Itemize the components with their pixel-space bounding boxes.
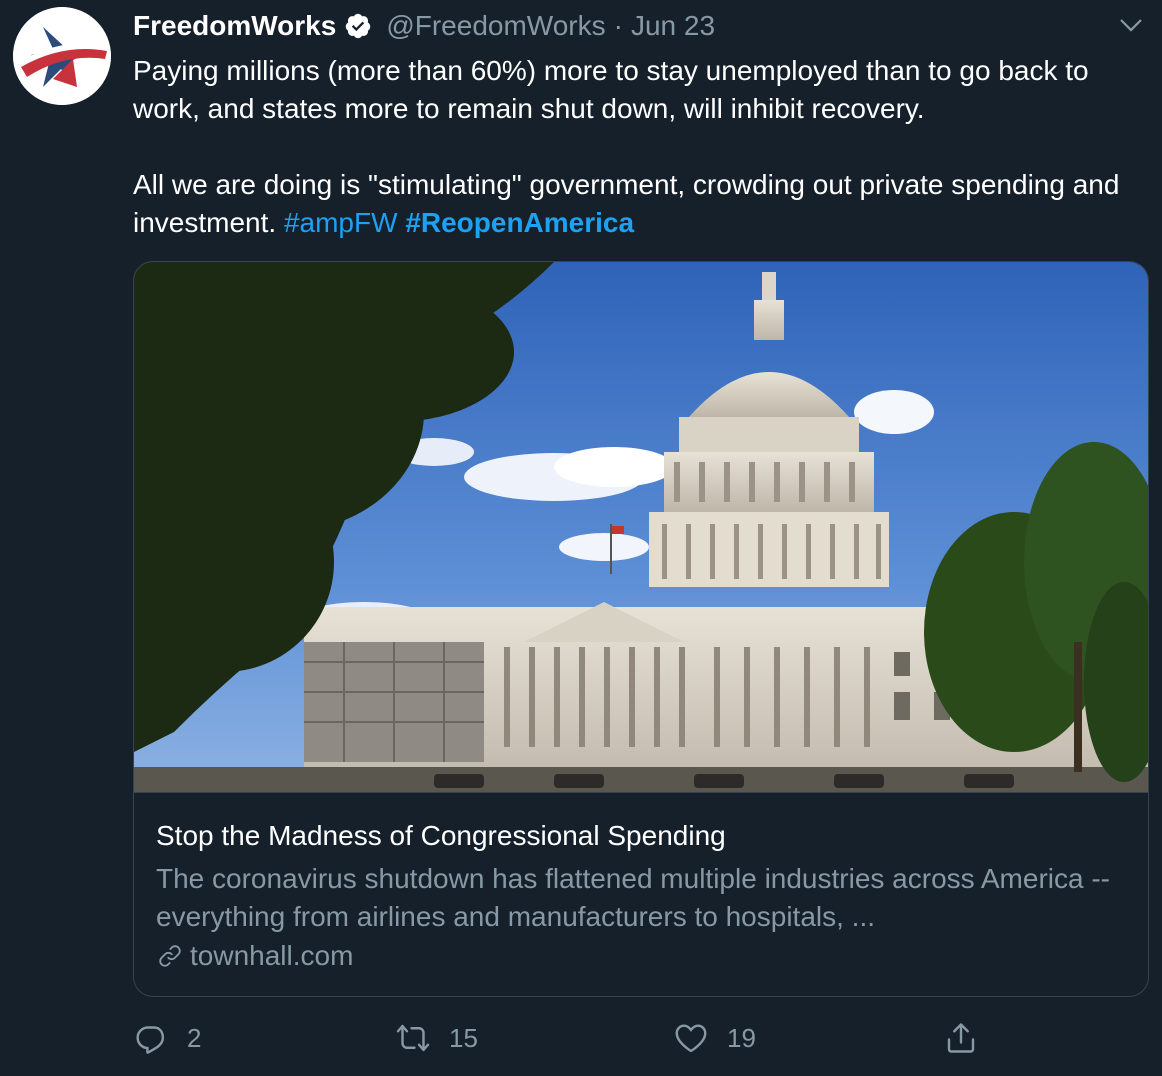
retweet-button[interactable]: 15	[395, 1016, 478, 1060]
reply-button[interactable]: 2	[133, 1016, 201, 1060]
tweet-paragraph-1: Paying millions (more than 60%) more to …	[133, 55, 1089, 124]
hashtag-ampfw[interactable]: #ampFW	[284, 207, 398, 238]
freedomworks-logo	[13, 7, 111, 105]
tweet-actions: 2 15 19	[133, 1016, 1147, 1060]
link-icon	[156, 942, 184, 970]
card-domain-text: townhall.com	[190, 940, 354, 971]
hashtag-reopenamerica[interactable]: #ReopenAmerica	[405, 207, 634, 238]
reply-icon	[136, 1026, 165, 1054]
author-name[interactable]: FreedomWorks	[133, 10, 336, 42]
card-image	[134, 262, 1148, 793]
tweet-date[interactable]: Jun 23	[631, 10, 715, 42]
share-button[interactable]	[943, 1016, 979, 1060]
separator-dot: ·	[613, 10, 623, 41]
chevron-down-icon[interactable]	[1116, 10, 1146, 40]
tweet-paragraph-2: All we are doing is "stimulating" govern…	[133, 166, 1158, 242]
like-button[interactable]: 19	[673, 1016, 756, 1060]
share-icon	[947, 1023, 975, 1053]
tweet[interactable]: FreedomWorks @FreedomWorks · Jun 23 Payi…	[0, 0, 1162, 1076]
retweet-icon	[396, 1024, 430, 1052]
tweet-header: FreedomWorks @FreedomWorks · Jun 23	[133, 8, 1162, 44]
card-domain[interactable]: townhall.com	[156, 940, 1126, 972]
tweet-text: Paying millions (more than 60%) more to …	[133, 52, 1158, 242]
reply-count: 2	[187, 1022, 202, 1053]
author-handle[interactable]: @FreedomWorks	[386, 10, 605, 42]
card-description: The coronavirus shutdown has flattened m…	[156, 863, 1110, 932]
like-count: 19	[727, 1022, 756, 1053]
verified-badge-icon	[344, 12, 372, 40]
link-card[interactable]: Stop the Madness of Congressional Spendi…	[133, 261, 1149, 997]
avatar[interactable]	[13, 7, 111, 105]
like-icon	[675, 1024, 707, 1052]
card-title[interactable]: Stop the Madness of Congressional Spendi…	[156, 818, 1126, 854]
retweet-count: 15	[449, 1022, 478, 1053]
